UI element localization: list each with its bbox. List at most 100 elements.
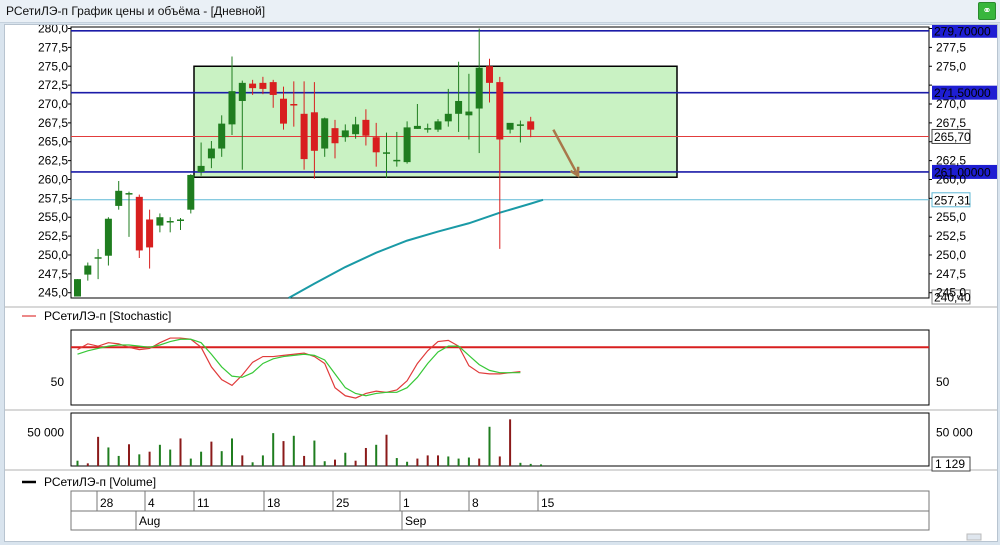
price-tick-right: 252,5	[936, 229, 966, 243]
candle-body[interactable]	[527, 121, 535, 130]
candle-body[interactable]	[74, 279, 81, 297]
price-tick-right: 275,0	[936, 59, 966, 73]
x-axis-day-label: 18	[267, 496, 281, 510]
candle-body[interactable]	[156, 217, 164, 226]
price-tick-left: 262,5	[38, 154, 68, 168]
candle-body[interactable]	[104, 218, 112, 256]
volume-last-label: 1 129	[935, 457, 965, 471]
candle-body[interactable]	[331, 128, 339, 144]
ma-value-label: 257,31	[934, 193, 971, 207]
stochastic-legend-label: РСетиЛЭ-п [Stochastic]	[44, 309, 171, 323]
price-tick-left: 250,0	[38, 248, 68, 262]
stochastic-tick-left: 50	[51, 375, 65, 389]
last-price-label: 265,70	[934, 130, 971, 144]
x-axis-day-label: 11	[197, 496, 210, 510]
price-tick-left: 267,5	[38, 116, 68, 130]
window-title: РСетиЛЭ-п График цены и объёма - [Дневно…	[6, 4, 266, 18]
x-axis-day-label: 4	[148, 496, 155, 510]
candle-body[interactable]	[115, 190, 123, 206]
candle-body[interactable]	[166, 221, 174, 223]
price-tick-left: 252,5	[38, 229, 68, 243]
price-tick-left: 275,0	[38, 59, 68, 73]
candle-body[interactable]	[135, 196, 143, 251]
price-tick-right: 277,5	[936, 40, 966, 54]
candle-body[interactable]	[506, 122, 514, 130]
candle-body[interactable]	[341, 130, 349, 138]
candle-body[interactable]	[475, 67, 483, 109]
x-axis-month-label: Aug	[139, 514, 160, 528]
candle-body[interactable]	[393, 159, 401, 162]
price-tick-left: 255,0	[38, 210, 68, 224]
candle-body[interactable]	[372, 137, 380, 153]
x-axis-month-label: Sep	[405, 514, 427, 528]
candle-body[interactable]	[362, 119, 370, 136]
x-axis-day-label: 15	[541, 496, 555, 510]
price-tick-left: 272,5	[38, 78, 68, 92]
price-tick-right: 255,0	[936, 210, 966, 224]
x-axis-day-label: 1	[403, 496, 410, 510]
candle-body[interactable]	[218, 123, 226, 149]
candle-body[interactable]	[424, 128, 432, 130]
price-tick-right: 250,0	[936, 248, 966, 262]
candle-body[interactable]	[300, 113, 308, 160]
candle-body[interactable]	[444, 113, 452, 122]
candle-body[interactable]	[310, 112, 318, 151]
x-axis-day-label: 8	[472, 496, 479, 510]
price-tick-left: 265,0	[38, 135, 68, 149]
candle-body[interactable]	[496, 82, 504, 140]
candle-body[interactable]	[403, 127, 411, 163]
candle-body[interactable]	[321, 118, 329, 149]
candle-body[interactable]	[146, 219, 154, 248]
candle-body[interactable]	[290, 103, 298, 106]
chart-area[interactable]: 279,70000 271,50000 261,00000 265,70 257,31 2…	[4, 24, 998, 542]
chart-svg[interactable]: 279,70000271,50000261,00000265,70257,312…	[5, 25, 997, 541]
candle-body[interactable]	[352, 124, 360, 135]
candle-body[interactable]	[413, 125, 421, 129]
candle-body[interactable]	[207, 148, 215, 159]
price-tick-left: 260,0	[38, 172, 68, 186]
price-tick-left: 247,5	[38, 267, 68, 281]
candle-body[interactable]	[249, 83, 257, 89]
price-tick-left: 245,0	[38, 286, 68, 300]
price-tick-right: 262,5	[936, 154, 966, 168]
volume-legend-label: РСетиЛЭ-п [Volume]	[44, 475, 156, 489]
candle-body[interactable]	[228, 91, 236, 125]
stochastic-panel-frame	[70, 329, 930, 406]
candle-body[interactable]	[516, 124, 524, 126]
price-tick-right: 260,0	[936, 172, 966, 186]
price-tick-right: 267,5	[936, 116, 966, 130]
level-label: 279,70000	[934, 25, 991, 38]
candle-body[interactable]	[84, 265, 92, 275]
moving-average-line	[288, 198, 544, 299]
stochastic-tick-right: 50	[936, 375, 950, 389]
candle-body[interactable]	[434, 121, 442, 130]
price-tick-left: 270,0	[38, 97, 68, 111]
candle-body[interactable]	[383, 152, 390, 154]
volume-tick-right: 50 000	[936, 426, 973, 440]
candle-body[interactable]	[465, 111, 473, 116]
candle-body[interactable]	[280, 98, 287, 124]
price-tick-left: 277,5	[38, 40, 68, 54]
candle-body[interactable]	[486, 66, 493, 83]
price-tick-left: 280,0	[38, 25, 68, 36]
candle-body[interactable]	[259, 82, 267, 89]
candle-body[interactable]	[269, 82, 277, 95]
candle-body[interactable]	[187, 174, 195, 210]
candle-body[interactable]	[197, 165, 205, 172]
volume-tick-left: 50 000	[27, 426, 64, 440]
candle-body[interactable]	[177, 219, 184, 221]
x-axis-day-label: 28	[100, 496, 114, 510]
x-axis-day-label: 25	[336, 496, 350, 510]
price-tick-right: 270,0	[936, 97, 966, 111]
candle-body[interactable]	[455, 100, 463, 114]
link-icon[interactable]: ⚭	[978, 2, 996, 20]
candle-body[interactable]	[238, 82, 246, 101]
price-tick-right: 247,5	[936, 267, 966, 281]
price-tick-right: 245,0	[936, 286, 966, 300]
title-bar: РСетиЛЭ-п График цены и объёма - [Дневно…	[0, 0, 1000, 23]
resize-grip-icon[interactable]	[966, 533, 982, 541]
candle-body[interactable]	[125, 193, 133, 195]
candle-body[interactable]	[94, 257, 102, 259]
price-tick-left: 257,5	[38, 191, 68, 205]
chart-window: РСетиЛЭ-п График цены и объёма - [Дневно…	[0, 0, 1000, 545]
